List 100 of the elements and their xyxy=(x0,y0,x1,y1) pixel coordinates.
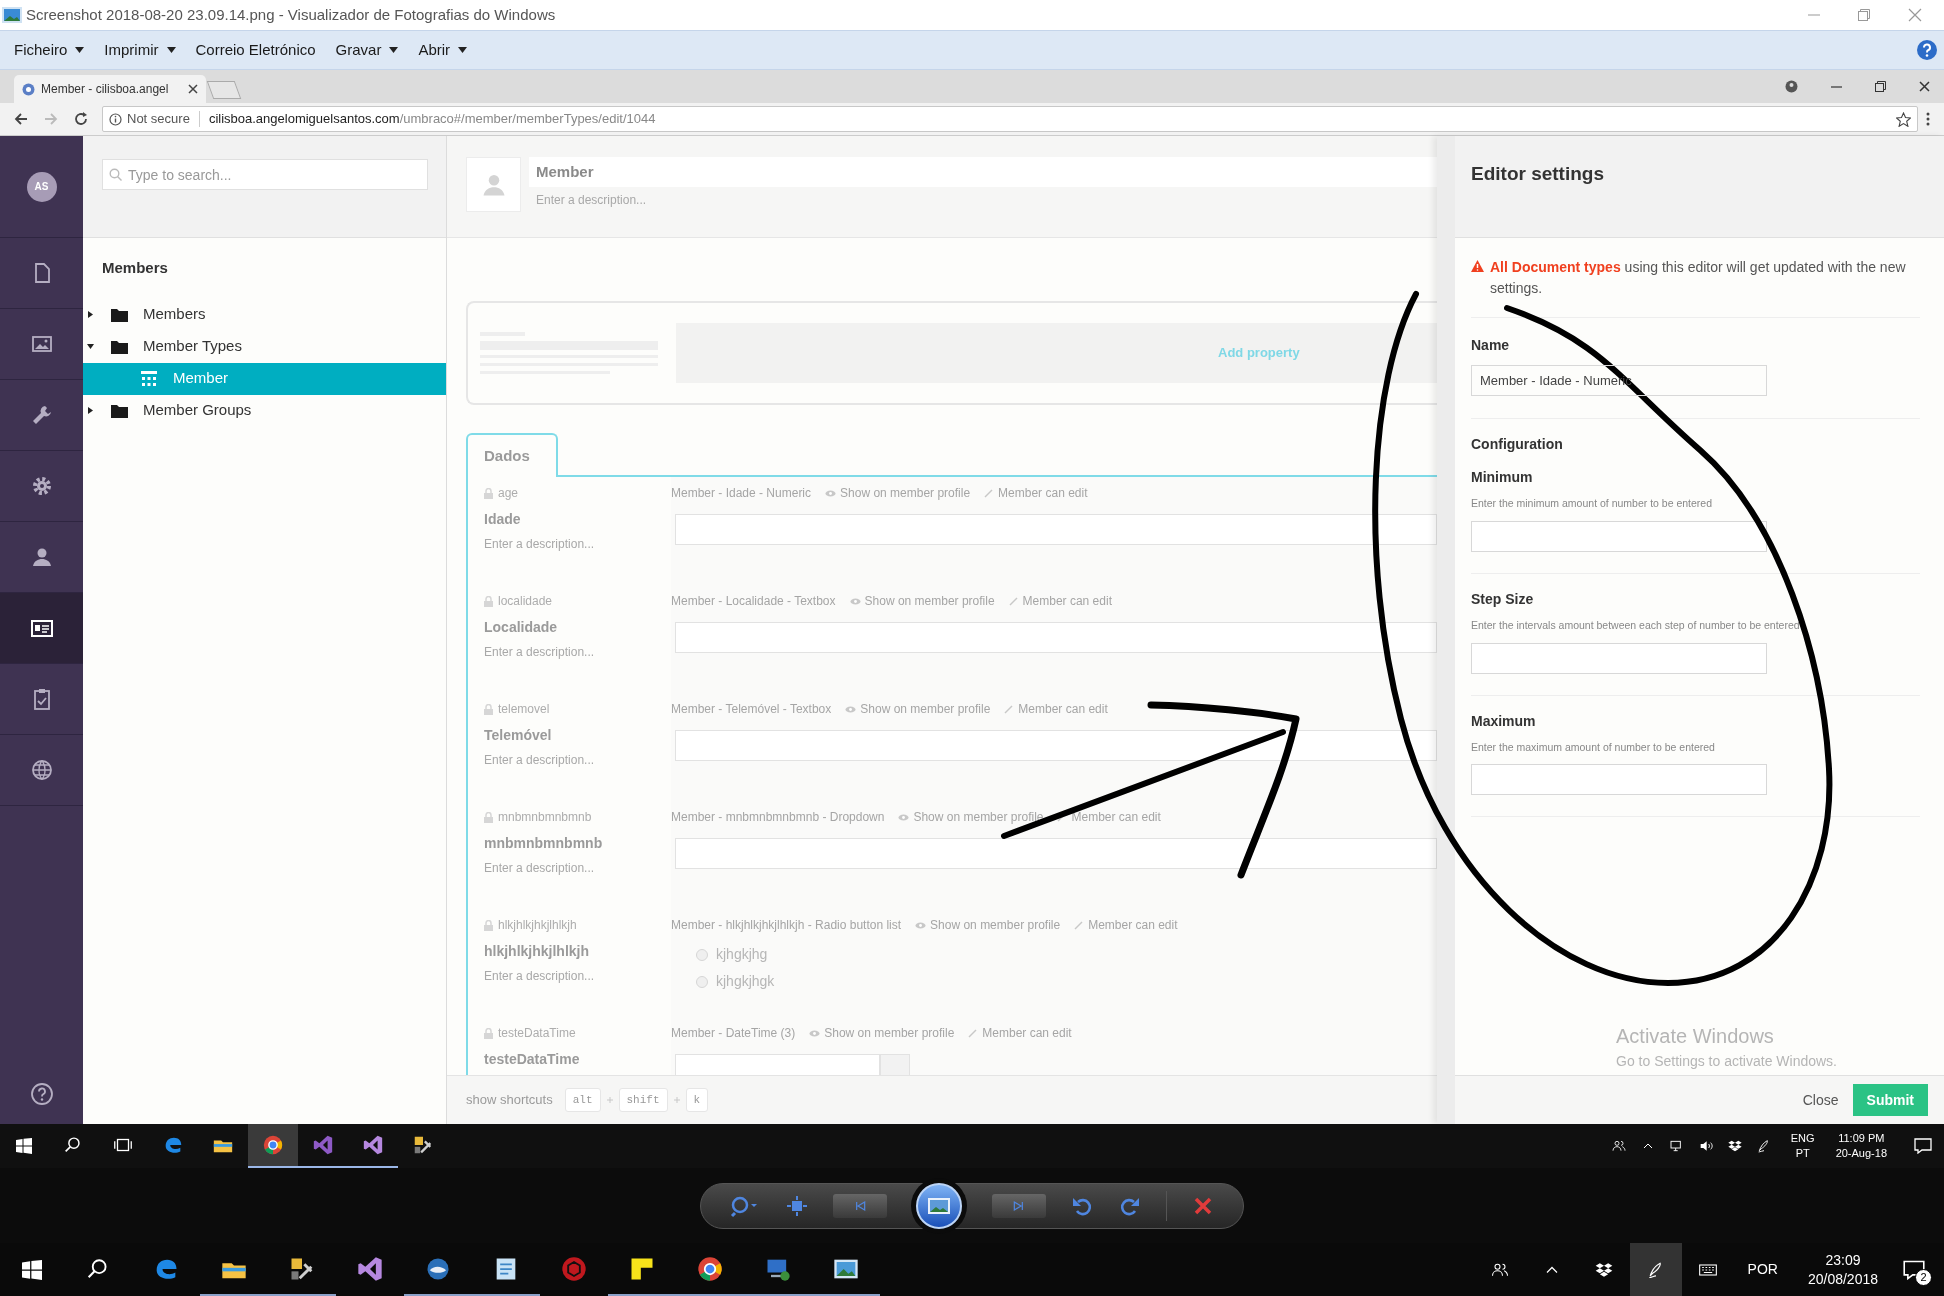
profile-flag-label: Show on member profile xyxy=(824,1025,955,1042)
tree-heading: Members xyxy=(102,258,168,278)
box-logo-icon[interactable] xyxy=(1726,1138,1743,1154)
field-hint: Enter the maximum amount of number to be entered xyxy=(1471,739,1715,755)
edit-flag-label: Member can edit xyxy=(982,1025,1072,1042)
property-alias: age xyxy=(498,485,519,502)
tools-icon xyxy=(412,1134,434,1156)
field-label: Maximum xyxy=(1471,711,1537,731)
close-button[interactable]: Close xyxy=(1802,1089,1839,1111)
tree-item[interactable]: Member Groups xyxy=(83,394,446,427)
tab-title: Member - cilisboa.angel xyxy=(41,81,169,98)
help-icon[interactable] xyxy=(1916,39,1938,61)
number-input[interactable] xyxy=(1471,642,1767,674)
menu-item[interactable]: Correio Eletrónico xyxy=(185,32,326,68)
globe-icon xyxy=(29,758,54,782)
edit-flag-label: Member can edit xyxy=(998,485,1088,502)
clock-date[interactable]: 20-Aug-18 xyxy=(1835,1146,1887,1161)
back-icon[interactable] xyxy=(14,112,28,126)
property-name: Localidade xyxy=(484,618,558,637)
radio-label: kjhgkjhgk xyxy=(716,972,775,991)
property-alias: mnbmnbmnbmnb xyxy=(498,809,592,826)
browser-tab[interactable]: Member - cilisboa.angel xyxy=(14,75,206,103)
key-cap: k xyxy=(685,1087,709,1113)
language-code[interactable]: ENG xyxy=(1790,1131,1815,1146)
windows-icon xyxy=(16,1138,32,1154)
infinity-logo-icon xyxy=(312,1134,334,1156)
caret-down-icon[interactable] xyxy=(87,343,94,350)
help-icon[interactable] xyxy=(29,1082,54,1106)
restore-icon[interactable] xyxy=(1875,81,1886,92)
dropdown-caret-icon[interactable] xyxy=(75,47,85,53)
radio-label: kjhgkjhg xyxy=(716,945,768,964)
editor-label: Member - mnbmnbmnbmnb - Dropdown xyxy=(671,809,885,826)
menu-item[interactable]: Gravar xyxy=(325,32,409,68)
address-bar[interactable]: Not secure cilisboa.angelomiguelsantos.com/umbraco#/member/memberTypes/edit/1044 xyxy=(102,106,1918,132)
menu-item[interactable]: Imprimir xyxy=(94,32,186,68)
input-field[interactable] xyxy=(675,730,1437,761)
people-icon[interactable] xyxy=(1610,1138,1627,1154)
pencil-icon xyxy=(1074,920,1085,930)
property-name: Idade xyxy=(484,510,521,529)
key-cap: alt xyxy=(564,1087,601,1113)
prev-button[interactable] xyxy=(833,1193,888,1218)
editor-label: Member - DateTime (3) xyxy=(671,1025,796,1042)
property-description: Enter a description... xyxy=(484,860,595,877)
lock-icon xyxy=(484,703,493,715)
taskbar-button[interactable] xyxy=(248,1124,298,1168)
dropdown-caret-icon[interactable] xyxy=(166,47,176,53)
input-field[interactable] xyxy=(675,838,1437,869)
number-input[interactable] xyxy=(1471,764,1767,796)
pencil-icon xyxy=(984,488,995,498)
edit-flag-label: Member can edit xyxy=(1018,701,1108,718)
bookmark-star-icon[interactable] xyxy=(1896,111,1911,127)
language-code[interactable]: POR xyxy=(1747,1259,1778,1280)
close-icon[interactable] xyxy=(188,84,198,94)
profile-flag-label: Show on member profile xyxy=(913,809,1044,826)
radio-button[interactable] xyxy=(696,948,708,961)
editor-label: Member - Localidade - Textbox xyxy=(671,593,836,610)
menu-item[interactable]: Ficheiro xyxy=(4,32,95,68)
more-menu-icon[interactable] xyxy=(1926,112,1930,126)
plus-icon xyxy=(606,1097,613,1103)
notification-icon[interactable] xyxy=(1914,1138,1932,1154)
menu-item[interactable]: Abrir xyxy=(408,32,478,68)
input-field[interactable] xyxy=(675,514,1437,545)
folder-icon xyxy=(110,339,128,354)
grid-icon xyxy=(141,370,157,387)
property-alias: hlkjhlkjhkjlhlkjh xyxy=(498,917,577,934)
section-button[interactable] xyxy=(0,593,83,664)
windows-icon xyxy=(22,1259,42,1280)
number-input[interactable] xyxy=(1471,520,1767,552)
dropdown-caret-icon[interactable] xyxy=(389,47,399,53)
tree-item[interactable]: Member Types xyxy=(83,330,446,363)
tree-item[interactable]: Members xyxy=(83,298,446,331)
field-hint: Enter the minimum amount of number to be entered xyxy=(1471,496,1713,511)
page-icon xyxy=(22,82,35,96)
dropdown-caret-icon[interactable] xyxy=(458,47,468,53)
info-icon xyxy=(109,112,122,126)
radio-button[interactable] xyxy=(696,975,708,988)
language-region[interactable]: PT xyxy=(1795,1146,1810,1161)
profile-flag-label: Show on member profile xyxy=(930,917,1061,934)
search-field[interactable]: Type to search... xyxy=(102,159,428,190)
caret-right-icon[interactable] xyxy=(87,311,94,318)
reload-icon[interactable] xyxy=(74,112,88,126)
notification-icon[interactable] xyxy=(1903,1259,1925,1280)
caret-right-icon[interactable] xyxy=(87,407,94,414)
lock-icon xyxy=(484,811,493,823)
slideshow-icon xyxy=(928,1197,951,1214)
account-icon[interactable] xyxy=(1785,80,1798,93)
editor-label: Member - hlkjhlkjhkjlhlkjh - Radio button list xyxy=(671,917,902,934)
clock-time[interactable]: 11:09 PM xyxy=(1838,1131,1885,1146)
activation-subtitle: Go to Settings to activate Windows. xyxy=(1616,1052,1837,1071)
clock-date[interactable]: 20/08/2018 xyxy=(1807,1269,1878,1289)
clock-time[interactable]: 23:09 xyxy=(1825,1250,1861,1270)
close-icon[interactable] xyxy=(1919,81,1930,92)
property-description: Enter a description... xyxy=(484,536,595,553)
photo-viewer-icon xyxy=(2,6,22,24)
profile-flag-label: Show on member profile xyxy=(860,701,991,718)
field-label: Name xyxy=(1471,336,1511,355)
folder-icon xyxy=(110,403,128,418)
fit-icon[interactable] xyxy=(785,1193,810,1218)
input-field[interactable] xyxy=(675,622,1437,653)
panel-title: Editor settings xyxy=(1471,163,1604,184)
